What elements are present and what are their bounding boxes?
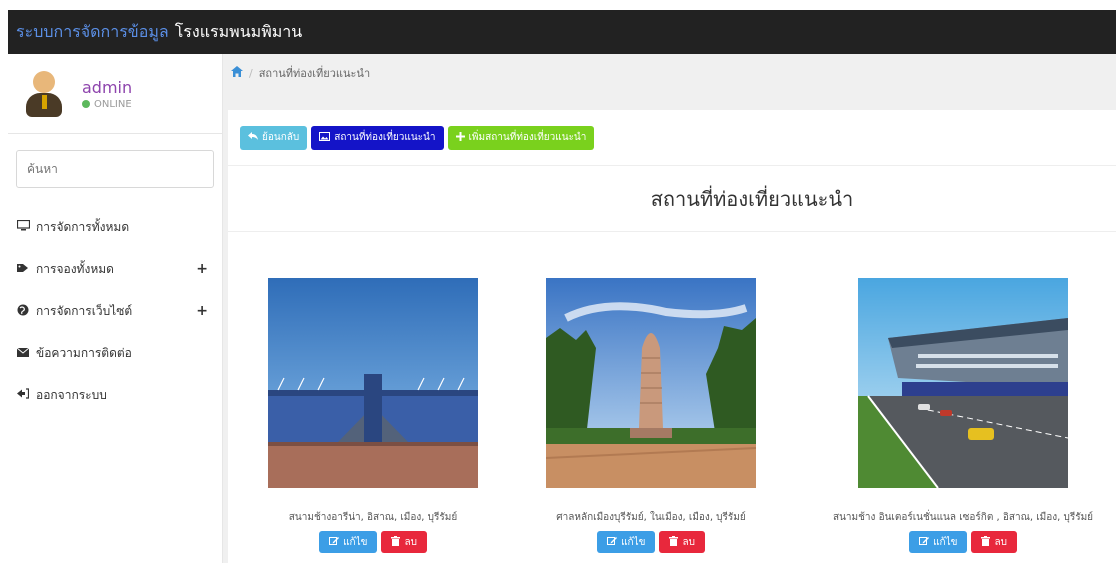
attraction-caption: ศาลหลักเมืองบุรีรัมย์, ในเมือง, เมือง, บ… (556, 512, 746, 523)
monitor-icon (16, 219, 30, 234)
delete-button[interactable]: ลบ (381, 531, 427, 553)
toolbar: ย้อนกลับ สถานที่ท่องเที่ยวแนะนำ เพิ่มสถา… (228, 110, 1116, 166)
delete-button-label: ลบ (682, 536, 695, 548)
tag-icon (16, 262, 30, 276)
back-button[interactable]: ย้อนกลับ (240, 125, 308, 150)
sidebar-item-label: ออกจากระบบ (36, 387, 107, 402)
edit-button[interactable]: แก้ไข (909, 531, 968, 553)
expand-plus-icon[interactable]: + (196, 261, 208, 277)
attraction-photo (545, 278, 757, 488)
search-input[interactable] (27, 162, 203, 176)
page-heading: สถานที่ท่องเที่ยวแนะนำ (228, 166, 1116, 232)
attractions-list-button[interactable]: สถานที่ท่องเที่ยวแนะนำ (311, 125, 444, 150)
sidebar-item-logout[interactable]: ออกจากระบบ (16, 374, 222, 416)
username: admin (82, 77, 133, 97)
sidebar-item-bookings[interactable]: การจองทั้งหมด + (16, 248, 222, 290)
sign-out-icon (16, 388, 30, 402)
trash-icon (391, 535, 401, 549)
trash-icon (669, 535, 679, 549)
trash-icon (981, 535, 991, 549)
sidebar-item-label: การจัดการทั้งหมด (36, 219, 130, 234)
sidebar-item-label: ข้อความการติดต่อ (36, 345, 132, 360)
left-gutter (0, 0, 8, 563)
picture-icon (319, 131, 331, 144)
delete-button-label: ลบ (404, 536, 417, 548)
edit-button[interactable]: แก้ไข (597, 531, 656, 553)
app-frame: ระบบการจัดการข้อมูล โรงแรมพนมพิมาน admin… (0, 0, 1116, 563)
content-panel: ย้อนกลับ สถานที่ท่องเที่ยวแนะนำ เพิ่มสถา… (228, 110, 1116, 563)
plus-icon (455, 131, 465, 144)
edit-icon (329, 536, 340, 549)
edit-icon (607, 536, 618, 549)
delete-button-label: ลบ (994, 536, 1007, 548)
sidebar-item-website[interactable]: การจัดการเว็บไซต์ + (16, 290, 222, 332)
envelope-icon (16, 346, 30, 360)
online-status-label: ONLINE (94, 98, 132, 110)
sidebar-item-label: การจัดการเว็บไซต์ (36, 303, 133, 318)
edit-icon (919, 536, 930, 549)
attraction-card: สนามช้าง อินเตอร์เนชั่นแนล เซอร์กิต , อิ… (818, 278, 1108, 553)
top-navbar: ระบบการจัดการข้อมูล โรงแรมพนมพิมาน (8, 10, 1116, 54)
page-title: สถานที่ท่องเที่ยวแนะนำ (650, 186, 854, 211)
sidebar-item-label: การจองทั้งหมด (36, 261, 114, 276)
attraction-caption: สนามช้างอารีน่า, อิสาณ, เมือง, บุรีรัมย์ (288, 512, 458, 523)
user-profile: admin ONLINE (8, 54, 222, 134)
sidebar-item-messages[interactable]: ข้อความการติดต่อ (16, 332, 222, 374)
attractions-list-label: สถานที่ท่องเที่ยวแนะนำ (334, 132, 436, 143)
delete-button[interactable]: ลบ (971, 531, 1017, 553)
add-attraction-label: เพิ่มสถานที่ท่องเที่ยวแนะนำ (468, 132, 587, 143)
sidebar-item-manage-all[interactable]: การจัดการทั้งหมด (16, 206, 222, 248)
home-icon[interactable] (231, 66, 243, 80)
globe-icon (16, 304, 30, 319)
breadcrumb-separator: / (249, 66, 253, 80)
card-actions: แก้ไข ลบ (228, 531, 518, 553)
card-actions: แก้ไข ลบ (818, 531, 1108, 553)
edit-button[interactable]: แก้ไข (319, 531, 378, 553)
expand-plus-icon[interactable]: + (196, 303, 208, 319)
edit-button-label: แก้ไข (343, 536, 368, 548)
search-box[interactable] (16, 150, 214, 188)
attraction-card: ศาลหลักเมืองบุรีรัมย์, ในเมือง, เมือง, บ… (506, 278, 796, 553)
card-actions: แก้ไข ลบ (506, 531, 796, 553)
brand-system-title[interactable]: ระบบการจัดการข้อมูล (16, 20, 169, 45)
edit-button-label: แก้ไข (621, 536, 646, 548)
edit-button-label: แก้ไข (933, 536, 958, 548)
add-attraction-button[interactable]: เพิ่มสถานที่ท่องเที่ยวแนะนำ (447, 125, 595, 150)
brand-hotel-name[interactable]: โรงแรมพนมพิมาน (175, 20, 303, 45)
avatar (22, 69, 66, 119)
back-button-label: ย้อนกลับ (262, 132, 300, 143)
online-status: ONLINE (82, 99, 132, 110)
online-dot-icon (82, 100, 90, 108)
attraction-caption: สนามช้าง อินเตอร์เนชั่นแนล เซอร์กิต , อิ… (832, 512, 1094, 523)
breadcrumb: / สถานที่ท่องเที่ยวแนะนำ (223, 54, 1116, 92)
attraction-photo (858, 278, 1069, 489)
main-content: / สถานที่ท่องเที่ยวแนะนำ ย้อนกลับ สถานที… (223, 54, 1116, 563)
sidebar: admin ONLINE การจัดการทั้งหมด (8, 54, 223, 563)
delete-button[interactable]: ลบ (659, 531, 705, 553)
attraction-card: สนามช้างอารีน่า, อิสาณ, เมือง, บุรีรัมย์… (228, 278, 518, 553)
reply-arrow-icon (248, 132, 258, 143)
attraction-photo (268, 278, 478, 488)
breadcrumb-current: สถานที่ท่องเที่ยวแนะนำ (258, 67, 371, 80)
